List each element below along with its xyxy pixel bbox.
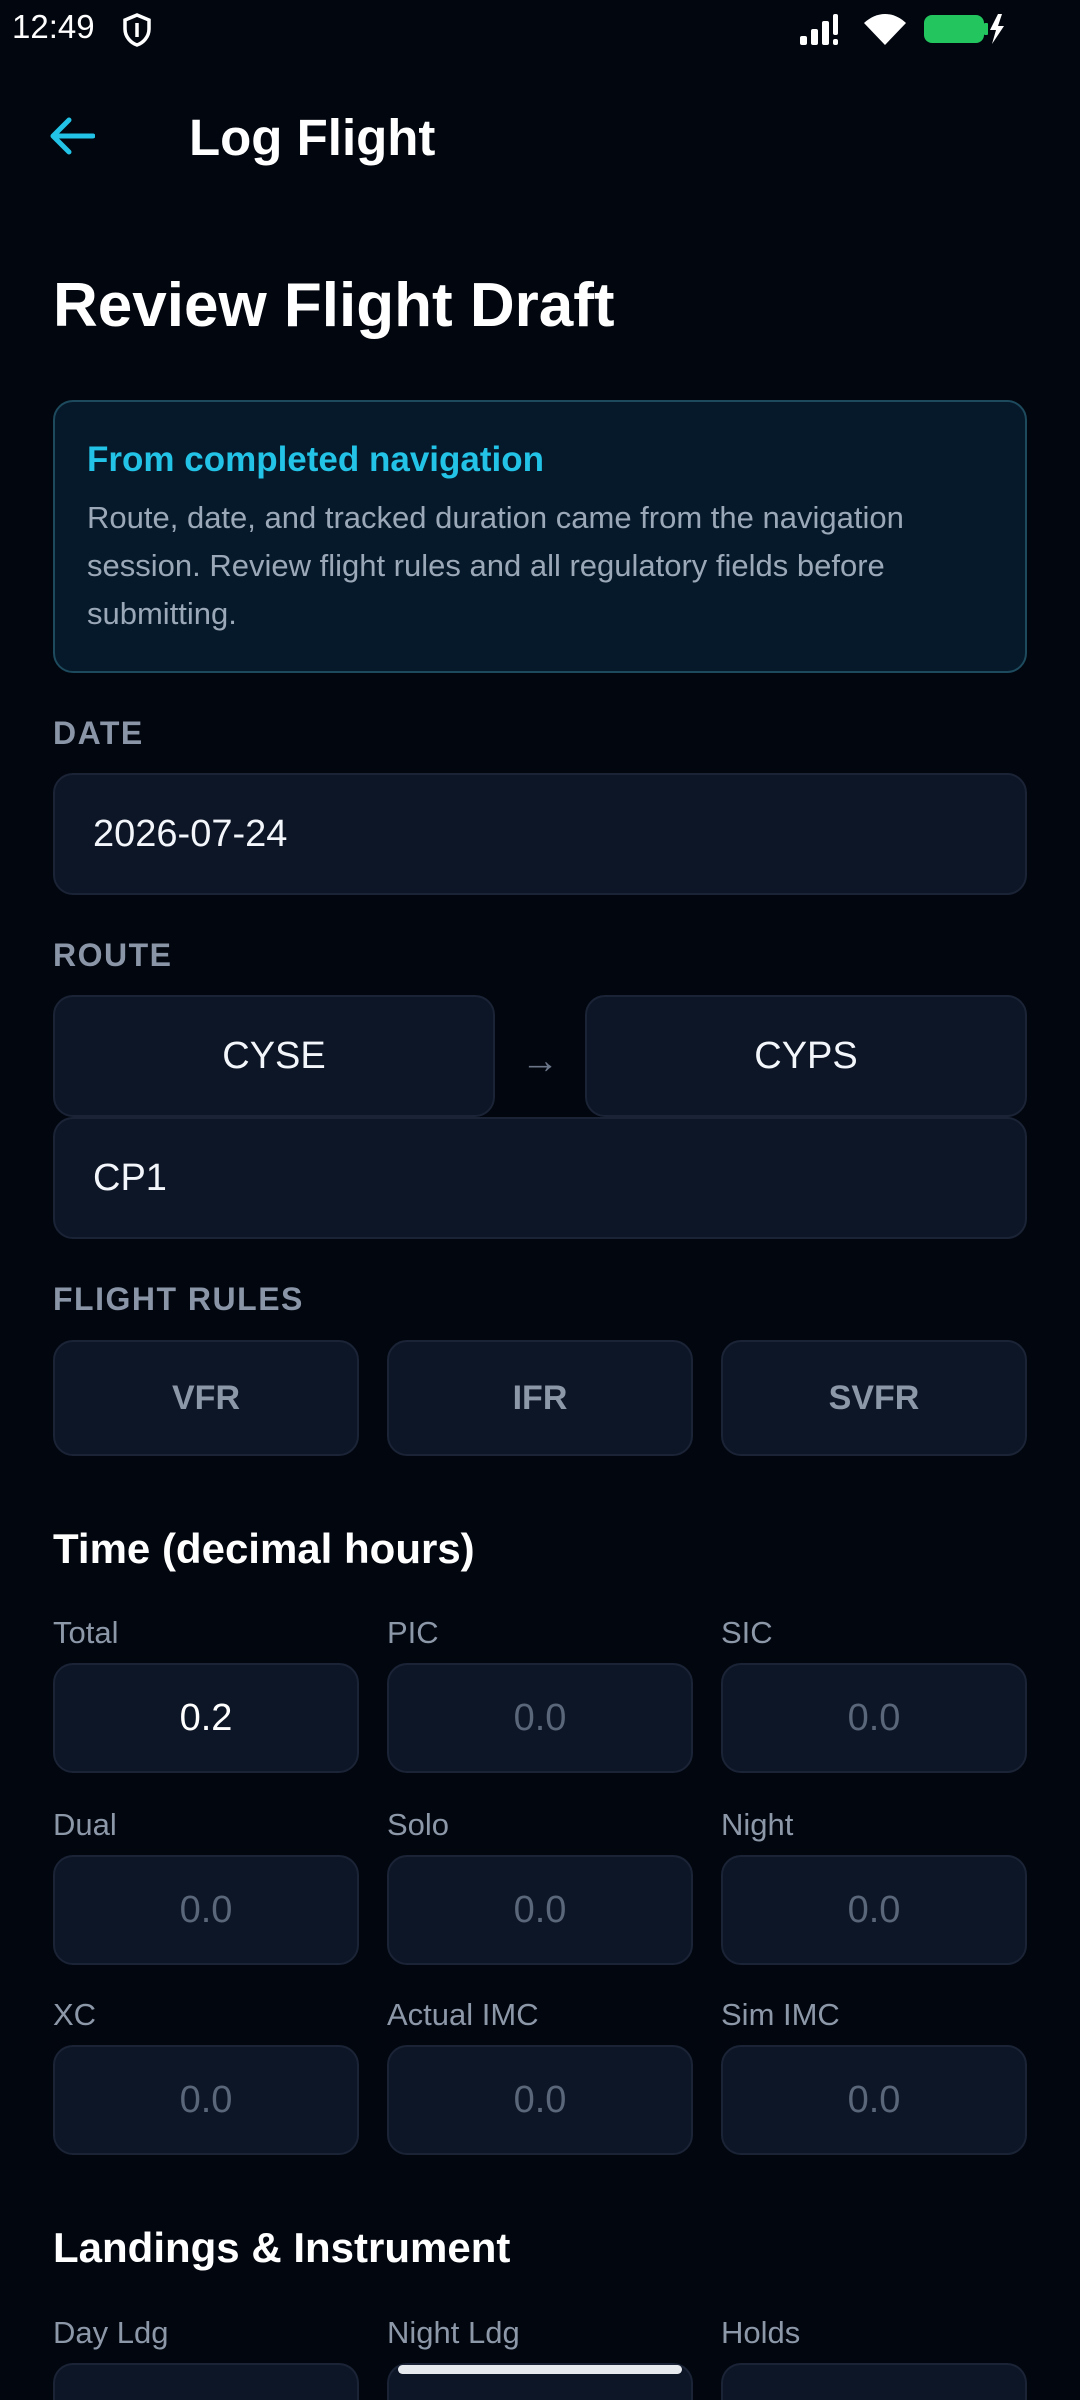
flight-rule-ifr-button[interactable]: IFR: [387, 1340, 693, 1456]
time-label-dual: Dual: [53, 1807, 117, 1842]
route-arrow: →: [521, 1040, 559, 1082]
date-value: 2026-07-24: [93, 812, 288, 855]
route-to-value: CYPS: [754, 1034, 858, 1077]
time-label-sic: SIC: [721, 1615, 773, 1650]
signal-icon: [798, 12, 848, 51]
info-card-title: From completed navigation: [87, 440, 544, 479]
time-label-night: Night: [721, 1807, 794, 1842]
route-from-value: CYSE: [222, 1034, 326, 1077]
time-actual-imc-input[interactable]: 0.0: [387, 2045, 693, 2155]
date-label: DATE: [53, 715, 144, 751]
wifi-icon: [862, 12, 908, 51]
time-label-xc: XC: [53, 1997, 97, 2032]
route-from-field[interactable]: CYSE: [53, 995, 495, 1117]
battery-charging-icon: [922, 12, 1006, 51]
info-card-body: Route, date, and tracked duration came f…: [87, 500, 904, 631]
landing-label-night: Night Ldg: [387, 2315, 520, 2350]
flight-rules-label: FLIGHT RULES: [53, 1281, 304, 1317]
landing-holds-input[interactable]: [721, 2363, 1027, 2400]
time-label-pic: PIC: [387, 1615, 439, 1650]
date-field[interactable]: 2026-07-24: [53, 773, 1027, 895]
status-time: 12:49: [12, 8, 95, 45]
page-title: Review Flight Draft: [53, 271, 615, 340]
info-card: From completed navigation Route, date, a…: [53, 400, 1027, 673]
time-dual-input[interactable]: 0.0: [53, 1855, 359, 1965]
time-xc-input[interactable]: 0.0: [53, 2045, 359, 2155]
time-sim-imc-input[interactable]: 0.0: [721, 2045, 1027, 2155]
time-label-actual-imc: Actual IMC: [387, 1997, 539, 2032]
route-via-field[interactable]: CP1: [53, 1117, 1027, 1239]
landings-section-heading: Landings & Instrument: [53, 2224, 511, 2271]
route-to-field[interactable]: CYPS: [585, 995, 1027, 1117]
app-bar: Log Flight: [0, 90, 1080, 186]
shield-icon: [120, 12, 154, 53]
time-sic-input[interactable]: 0.0: [721, 1663, 1027, 1773]
route-via-value: CP1: [93, 1156, 167, 1199]
flight-rule-vfr-button[interactable]: VFR: [53, 1340, 359, 1456]
home-indicator[interactable]: [398, 2365, 682, 2374]
time-label-solo: Solo: [387, 1807, 450, 1842]
back-button[interactable]: [40, 110, 104, 166]
time-solo-input[interactable]: 0.0: [387, 1855, 693, 1965]
status-icons: [798, 12, 1006, 51]
time-night-input[interactable]: 0.0: [721, 1855, 1027, 1965]
time-pic-input[interactable]: 0.0: [387, 1663, 693, 1773]
landing-day-input[interactable]: [53, 2363, 359, 2400]
route-label: ROUTE: [53, 937, 173, 973]
status-bar: 12:49: [0, 0, 1080, 60]
arrow-left-icon: [49, 116, 96, 161]
time-section-heading: Time (decimal hours): [53, 1525, 475, 1572]
flight-rule-svfr-button[interactable]: SVFR: [721, 1340, 1027, 1456]
time-label-total: Total: [53, 1615, 119, 1650]
time-total-input[interactable]: 0.2: [53, 1663, 359, 1773]
landing-label-day: Day Ldg: [53, 2315, 169, 2350]
time-label-sim-imc: Sim IMC: [721, 1997, 840, 2032]
landing-label-holds: Holds: [721, 2315, 801, 2350]
app-bar-title: Log Flight: [189, 109, 436, 166]
